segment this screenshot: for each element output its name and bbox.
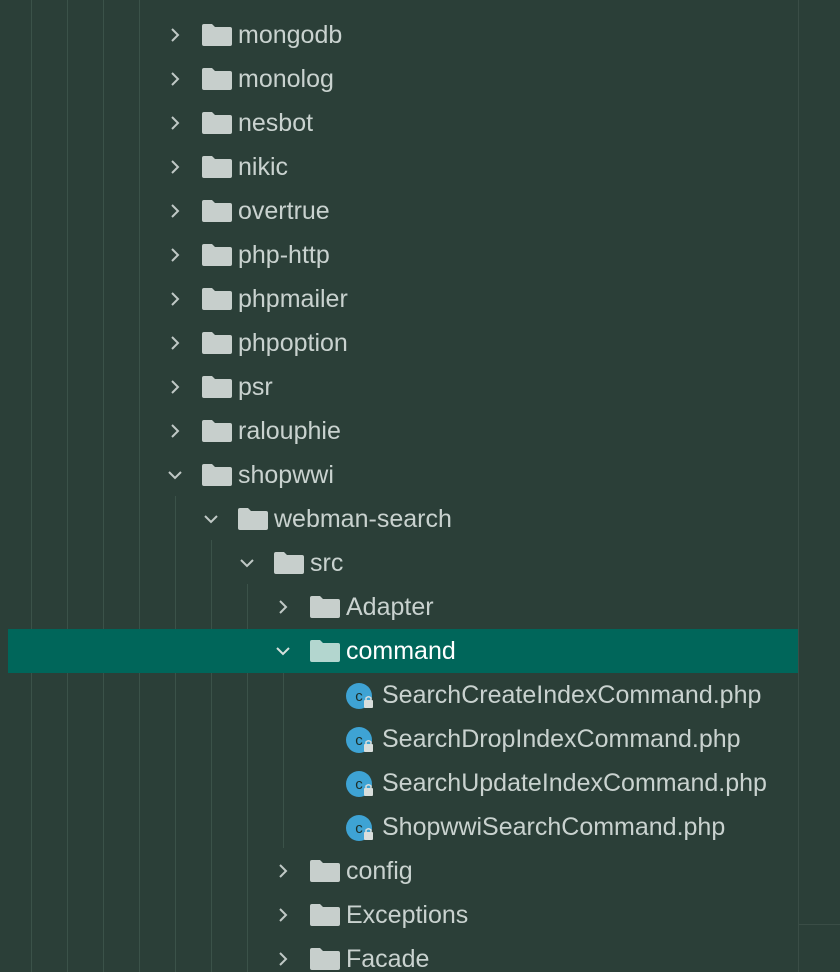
svg-text:c: c bbox=[355, 776, 363, 793]
tree-row-exceptions[interactable]: Exceptions bbox=[0, 893, 798, 937]
tree-item-label: nikic bbox=[238, 153, 289, 181]
tree-item-label: nesbot bbox=[238, 109, 314, 137]
tree-row-webman-search[interactable]: webman-search bbox=[0, 497, 798, 541]
tree-item-label: SearchUpdateIndexCommand.php bbox=[382, 769, 767, 797]
tree-row-config[interactable]: config bbox=[0, 849, 798, 893]
folder-icon bbox=[202, 68, 232, 90]
tree-item-label: Facade bbox=[346, 945, 430, 972]
folder-icon bbox=[310, 860, 340, 882]
tree-item-label: php-http bbox=[238, 241, 330, 269]
tree-row-search-drop-index-command[interactable]: c SearchDropIndexCommand.php bbox=[0, 717, 798, 761]
folder-icon bbox=[202, 420, 232, 442]
php-class-icon: c bbox=[345, 770, 377, 798]
chevron-right-icon[interactable] bbox=[166, 101, 184, 145]
chevron-right-icon[interactable] bbox=[274, 849, 292, 893]
folder-icon bbox=[202, 332, 232, 354]
chevron-right-icon[interactable] bbox=[166, 277, 184, 321]
folder-icon bbox=[202, 24, 232, 46]
tree-item-label: SearchCreateIndexCommand.php bbox=[382, 681, 762, 709]
tree-row-src[interactable]: src bbox=[0, 541, 798, 585]
chevron-right-icon[interactable] bbox=[274, 585, 292, 629]
folder-icon bbox=[238, 508, 268, 530]
folder-icon bbox=[202, 156, 232, 178]
folder-icon bbox=[202, 464, 232, 486]
chevron-right-icon[interactable] bbox=[166, 321, 184, 365]
chevron-right-icon[interactable] bbox=[166, 57, 184, 101]
tree-row-ralouphie[interactable]: ralouphie bbox=[0, 409, 798, 453]
chevron-right-icon[interactable] bbox=[274, 937, 292, 972]
tree-item-label: SearchDropIndexCommand.php bbox=[382, 725, 741, 753]
tree-item-label: config bbox=[346, 857, 413, 885]
divider bbox=[799, 924, 840, 972]
tree-row-phpoption[interactable]: phpoption bbox=[0, 321, 798, 365]
tree-row-phpmailer[interactable]: phpmailer bbox=[0, 277, 798, 321]
folder-icon bbox=[310, 948, 340, 970]
tree-item-label: shopwwi bbox=[238, 461, 334, 489]
tree-item-label: Adapter bbox=[346, 593, 434, 621]
chevron-down-icon[interactable] bbox=[166, 453, 184, 497]
folder-icon bbox=[202, 376, 232, 398]
tree-row-shopwwi-search-command[interactable]: c ShopwwiSearchCommand.php bbox=[0, 805, 798, 849]
chevron-down-icon[interactable] bbox=[202, 497, 220, 541]
folder-icon bbox=[274, 552, 304, 574]
tree-row-command[interactable]: command bbox=[8, 629, 798, 673]
chevron-down-icon[interactable] bbox=[238, 541, 256, 585]
tree-item-label: phpmailer bbox=[238, 285, 348, 313]
chevron-right-icon[interactable] bbox=[166, 13, 184, 57]
tree-item-label: src bbox=[310, 549, 344, 577]
tree-row-php-http[interactable]: php-http bbox=[0, 233, 798, 277]
tree-item-label: mongodb bbox=[238, 21, 343, 49]
php-class-icon: c bbox=[345, 814, 377, 842]
tree-item-label: psr bbox=[238, 373, 273, 401]
php-class-icon: c bbox=[345, 682, 377, 710]
tree-item-label: ralouphie bbox=[238, 417, 341, 445]
tree-item-label: webman-search bbox=[274, 505, 452, 533]
tree-row-facade[interactable]: Facade bbox=[0, 937, 798, 972]
tree-item-label: phpoption bbox=[238, 329, 348, 357]
tree-item-label: command bbox=[346, 637, 456, 665]
tree-row-nesbot[interactable]: nesbot bbox=[0, 101, 798, 145]
chevron-right-icon[interactable] bbox=[166, 365, 184, 409]
folder-icon bbox=[202, 244, 232, 266]
chevron-right-icon[interactable] bbox=[166, 145, 184, 189]
tree-item-label: monolog bbox=[238, 65, 334, 93]
tree-row-mongodb[interactable]: mongodb bbox=[0, 13, 798, 57]
chevron-right-icon[interactable] bbox=[166, 233, 184, 277]
folder-icon bbox=[202, 200, 232, 222]
tree-item-label: Exceptions bbox=[346, 901, 469, 929]
tree-row-shopwwi[interactable]: shopwwi bbox=[0, 453, 798, 497]
folder-icon bbox=[202, 288, 232, 310]
folder-icon bbox=[310, 904, 340, 926]
tree-item-label: overtrue bbox=[238, 197, 330, 225]
chevron-right-icon[interactable] bbox=[166, 409, 184, 453]
editor-gutter-strip bbox=[798, 0, 840, 972]
tree-row-search-create-index-command[interactable]: c SearchCreateIndexCommand.php bbox=[0, 673, 798, 717]
svg-text:c: c bbox=[355, 688, 363, 705]
tree-row-psr[interactable]: psr bbox=[0, 365, 798, 409]
tree-row-partial bbox=[0, 0, 798, 14]
tree-row-overtrue[interactable]: overtrue bbox=[0, 189, 798, 233]
tree-row-search-update-index-command[interactable]: c SearchUpdateIndexCommand.php bbox=[0, 761, 798, 805]
chevron-down-icon[interactable] bbox=[274, 629, 292, 673]
folder-icon bbox=[202, 112, 232, 134]
tree-row-nikic[interactable]: nikic bbox=[0, 145, 798, 189]
folder-icon bbox=[310, 640, 340, 662]
svg-text:c: c bbox=[355, 820, 363, 837]
tree-row-adapter[interactable]: Adapter bbox=[0, 585, 798, 629]
tree-item-label: ShopwwiSearchCommand.php bbox=[382, 813, 726, 841]
php-class-icon: c bbox=[345, 726, 377, 754]
folder-icon bbox=[310, 596, 340, 618]
chevron-right-icon[interactable] bbox=[166, 189, 184, 233]
project-tree-panel: mongodb monolog nesbot nikic overtrue ph… bbox=[0, 0, 798, 972]
chevron-right-icon[interactable] bbox=[274, 893, 292, 937]
svg-text:c: c bbox=[355, 732, 363, 749]
tree-row-monolog[interactable]: monolog bbox=[0, 57, 798, 101]
